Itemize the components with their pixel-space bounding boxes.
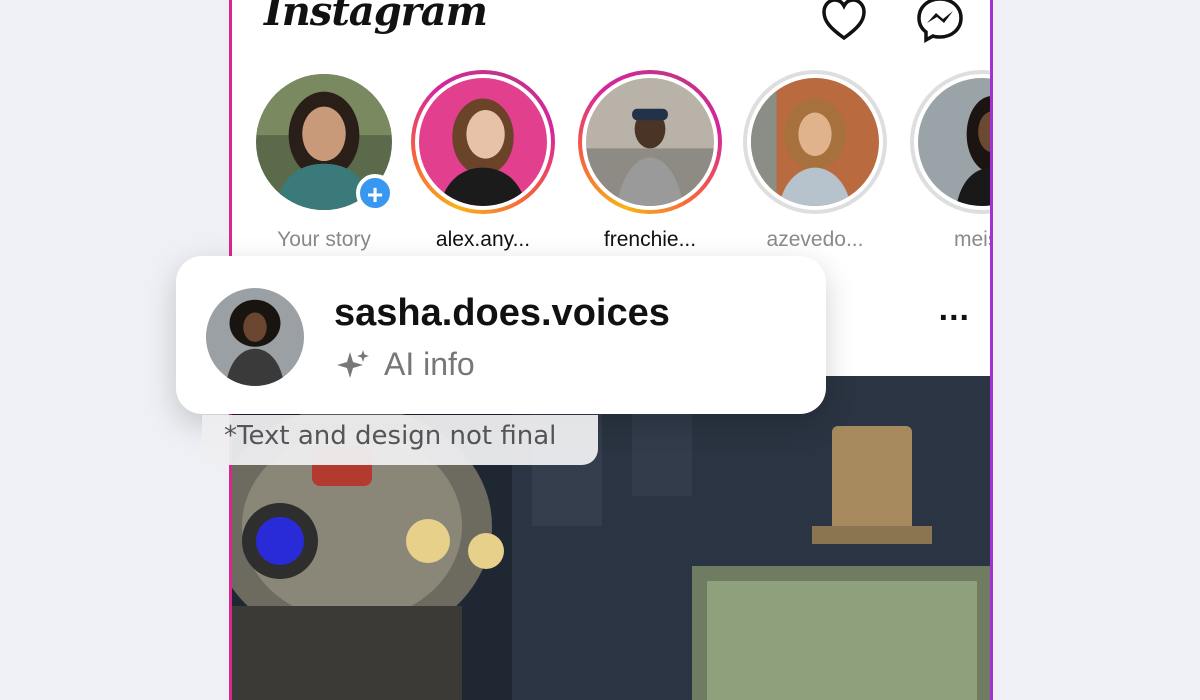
more-options-button[interactable]: ... bbox=[939, 290, 970, 329]
sparkle-icon bbox=[337, 349, 369, 378]
stories-tray: + Your story alex.any... frenchie... aze… bbox=[232, 70, 990, 252]
story-frenchie[interactable]: frenchie... bbox=[575, 70, 725, 252]
story-avatar bbox=[751, 78, 879, 206]
story-avatar bbox=[918, 78, 990, 206]
story-avatar bbox=[419, 78, 547, 206]
story-label: azevedo... bbox=[766, 228, 864, 251]
add-story-button[interactable]: + bbox=[356, 174, 394, 212]
popup-avatar bbox=[206, 288, 304, 386]
story-your-story[interactable]: + Your story bbox=[249, 70, 399, 252]
ai-info-label: AI info bbox=[384, 346, 475, 382]
story-alex[interactable]: alex.any... bbox=[408, 70, 558, 252]
ai-info-row[interactable]: AI info bbox=[336, 346, 475, 383]
story-label: Your story bbox=[277, 228, 371, 251]
heart-icon[interactable] bbox=[820, 0, 868, 44]
story-label: alex.any... bbox=[435, 228, 531, 251]
disclaimer-note: *Text and design not final bbox=[202, 415, 598, 465]
story-meish[interactable]: meish bbox=[907, 70, 990, 252]
popup-username[interactable]: sasha.does.voices bbox=[334, 292, 670, 335]
ai-info-popup[interactable]: sasha.does.voices AI info bbox=[176, 256, 826, 414]
story-label: meish bbox=[953, 228, 990, 251]
story-label: frenchie... bbox=[603, 228, 697, 251]
story-azevedo[interactable]: azevedo... bbox=[740, 70, 890, 252]
messenger-icon[interactable] bbox=[916, 0, 964, 44]
app-logo: Instagram bbox=[264, 0, 488, 35]
story-avatar bbox=[586, 78, 714, 206]
